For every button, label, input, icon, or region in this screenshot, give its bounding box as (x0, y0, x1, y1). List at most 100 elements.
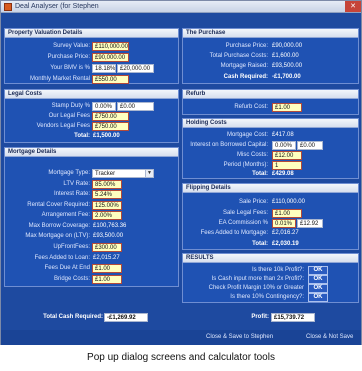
period-months-label: Period (Months): (223, 162, 268, 168)
total-purchase-costs-label: Total Purchase Costs: (209, 53, 268, 59)
refurb-cost-label: Refurb Cost: (234, 104, 268, 110)
panel-title: Mortgage Details (8, 149, 57, 155)
mortgage-raised-value: £93,500.00 (272, 63, 303, 69)
result-label: Is there 10k Profit?: (251, 267, 304, 273)
sale-legal-fees-input[interactable]: £1.00 (272, 209, 302, 218)
property-valuation-panel: Property Valuation Details Survey Value:… (4, 28, 179, 84)
market-rental-input[interactable]: £550.00 (92, 75, 129, 84)
sale-price-label: Sale Price: (238, 199, 268, 205)
survey-value-input[interactable]: £110,000.00 (92, 42, 129, 51)
bottom-bar: Close & Save to Stephen Close & Not Save (1, 330, 361, 345)
panel-title: RESULTS (186, 255, 214, 261)
arrangement-fee-input[interactable]: 2.00% (92, 211, 122, 220)
the-purchase-panel: The Purchase Purchase Price: £90,000.00 … (182, 28, 359, 84)
result-ok-button[interactable]: OK (308, 266, 328, 275)
legal-total-label: Total: (74, 133, 90, 139)
panel-title: Holding Costs (186, 120, 227, 126)
close-and-not-save-button[interactable]: Close & Not Save (306, 334, 353, 340)
mortgage-type-label: Mortgage Type: (48, 170, 90, 176)
max-borrow-coverage-value: £100,763.36 (93, 223, 127, 229)
fees-added-loan-label: Fees Added to Loan: (34, 255, 90, 261)
deal-analyser-window: Deal Analyser (for Stephen ✕ Property Va… (0, 0, 362, 345)
total-purchase-costs-value: £1,600.00 (272, 53, 299, 59)
misc-costs-input[interactable]: £12.00 (272, 151, 302, 160)
panel-title: Refurb (186, 91, 206, 97)
total-cash-required-field: -£1,269.92 (104, 313, 148, 322)
bmv-amount-field: £20,000.00 (117, 64, 154, 73)
legal-total-value: £1,500.00 (93, 133, 120, 139)
vendor-legal-fees-input[interactable]: £750.00 (92, 122, 129, 131)
bmv-percent-field: 18.18% (92, 64, 116, 73)
caption: Pop up dialog screens and calculator too… (87, 352, 275, 363)
result-label: Is Cash input more than 2x Profit?: (211, 276, 304, 282)
chevron-down-icon[interactable]: ▼ (145, 170, 153, 177)
sale-legal-fees-label: Sale Legal Fees: (222, 210, 268, 216)
result-label: Is there 10% Contingency?: (230, 294, 304, 300)
market-rental-label: Monthly Market Rental (29, 76, 90, 82)
interest-borrowed-amount-field: £0.00 (297, 141, 323, 150)
close-and-save-button[interactable]: Close & Save to Stephen (206, 334, 273, 340)
ltv-rate-label: LTV Rate: (63, 181, 90, 187)
result-ok-button[interactable]: OK (308, 293, 328, 302)
purchase-price-label: Purchase Price: (47, 54, 90, 60)
close-window-button[interactable]: ✕ (345, 1, 361, 12)
purchase-price-label: Purchase Price: (225, 43, 268, 49)
upfront-fees-input[interactable]: £300.00 (92, 243, 122, 252)
result-ok-button[interactable]: OK (308, 284, 328, 293)
mortgage-cost-value: £417.08 (272, 132, 294, 138)
refurb-cost-input[interactable]: £1.00 (272, 103, 302, 112)
bridge-costs-label: Bridge Costs: (53, 276, 90, 282)
purchase-price-input[interactable]: £90,000.00 (92, 53, 129, 62)
legal-costs-panel: Legal Costs Stamp Duty % 0.00% £0.00 Our… (4, 89, 179, 143)
total-cash-required-label: Total Cash Required: (43, 314, 103, 320)
window-title: Deal Analyser (for Stephen (15, 3, 99, 10)
interest-rate-input[interactable]: 5.24% (92, 190, 122, 199)
upfront-fees-label: UpFrontFees: (53, 244, 90, 250)
our-legal-fees-label: Our Legal Fees (48, 113, 90, 119)
fees-added-mortgage-value: £2,016.27 (272, 230, 299, 236)
panel-title: Flipping Details (186, 185, 231, 191)
panel-title: Property Valuation Details (8, 30, 83, 36)
bmv-label: Your BMV is % (50, 65, 90, 71)
mortgage-type-select[interactable]: Tracker ▼ (92, 169, 154, 178)
holding-total-value: £429.08 (272, 171, 294, 177)
survey-value-label: Survey Value: (53, 43, 90, 49)
mortgage-details-panel: Mortgage Details Mortgage Type: Tracker … (4, 147, 179, 287)
flipping-total-value: £2,030.19 (272, 241, 299, 247)
cash-required-label: Cash Required: (223, 74, 268, 80)
panel-title: Legal Costs (8, 91, 43, 97)
result-ok-button[interactable]: OK (308, 275, 328, 284)
rental-cover-input[interactable]: 125.00% (92, 201, 122, 210)
fees-added-loan-value: £2,015.27 (93, 255, 120, 261)
result-label: Check Profit Margin 10% or Greater (208, 285, 304, 291)
fees-due-end-label: Fees Due At End (44, 265, 90, 271)
flipping-details-panel: Flipping Details Sale Price: £110,000.00… (182, 183, 359, 250)
title-bar: Deal Analyser (for Stephen ✕ (1, 1, 361, 13)
cash-required-value: -£1,700.00 (272, 74, 301, 80)
results-panel: RESULTS Is there 10k Profit?: OK Is Cash… (182, 253, 359, 303)
stamp-duty-label: Stamp Duty % (51, 103, 90, 109)
ea-commission-percent-input[interactable]: 0.01% (272, 219, 296, 228)
rental-cover-label: Rental Cover Required: (27, 202, 90, 208)
mortgage-raised-label: Mortgage Raised: (220, 63, 268, 69)
our-legal-fees-input[interactable]: £750.00 (92, 112, 129, 121)
bridge-costs-input[interactable]: £1.00 (92, 275, 122, 284)
stamp-duty-percent-field: 0.00% (92, 102, 116, 111)
holding-total-label: Total: (252, 171, 268, 177)
max-mortgage-ltv-value: £93,500.00 (93, 233, 124, 239)
holding-costs-panel: Holding Costs Mortgage Cost: £417.08 Int… (182, 118, 359, 179)
panel-title: The Purchase (186, 30, 226, 36)
period-months-input[interactable]: 1 (272, 161, 302, 170)
interest-borrowed-percent-field: 0.00% (272, 141, 296, 150)
flipping-total-label: Total: (252, 241, 268, 247)
max-borrow-coverage-label: Max Borrow Coverage: (28, 223, 90, 229)
fees-due-end-input[interactable]: £1.00 (92, 264, 122, 273)
stamp-duty-amount-field: £0.00 (117, 102, 154, 111)
fees-added-mortgage-label: Fees Added to Mortgage: (200, 230, 268, 236)
ltv-rate-input[interactable]: 85.00% (92, 180, 122, 189)
ea-commission-label: EA Commission % (218, 220, 268, 226)
profit-field: £15,739.72 (271, 313, 315, 322)
app-icon (4, 3, 12, 11)
vendor-legal-fees-label: Vendors Legal Fees (36, 123, 90, 129)
arrangement-fee-label: Arrangement Fee: (41, 212, 90, 218)
